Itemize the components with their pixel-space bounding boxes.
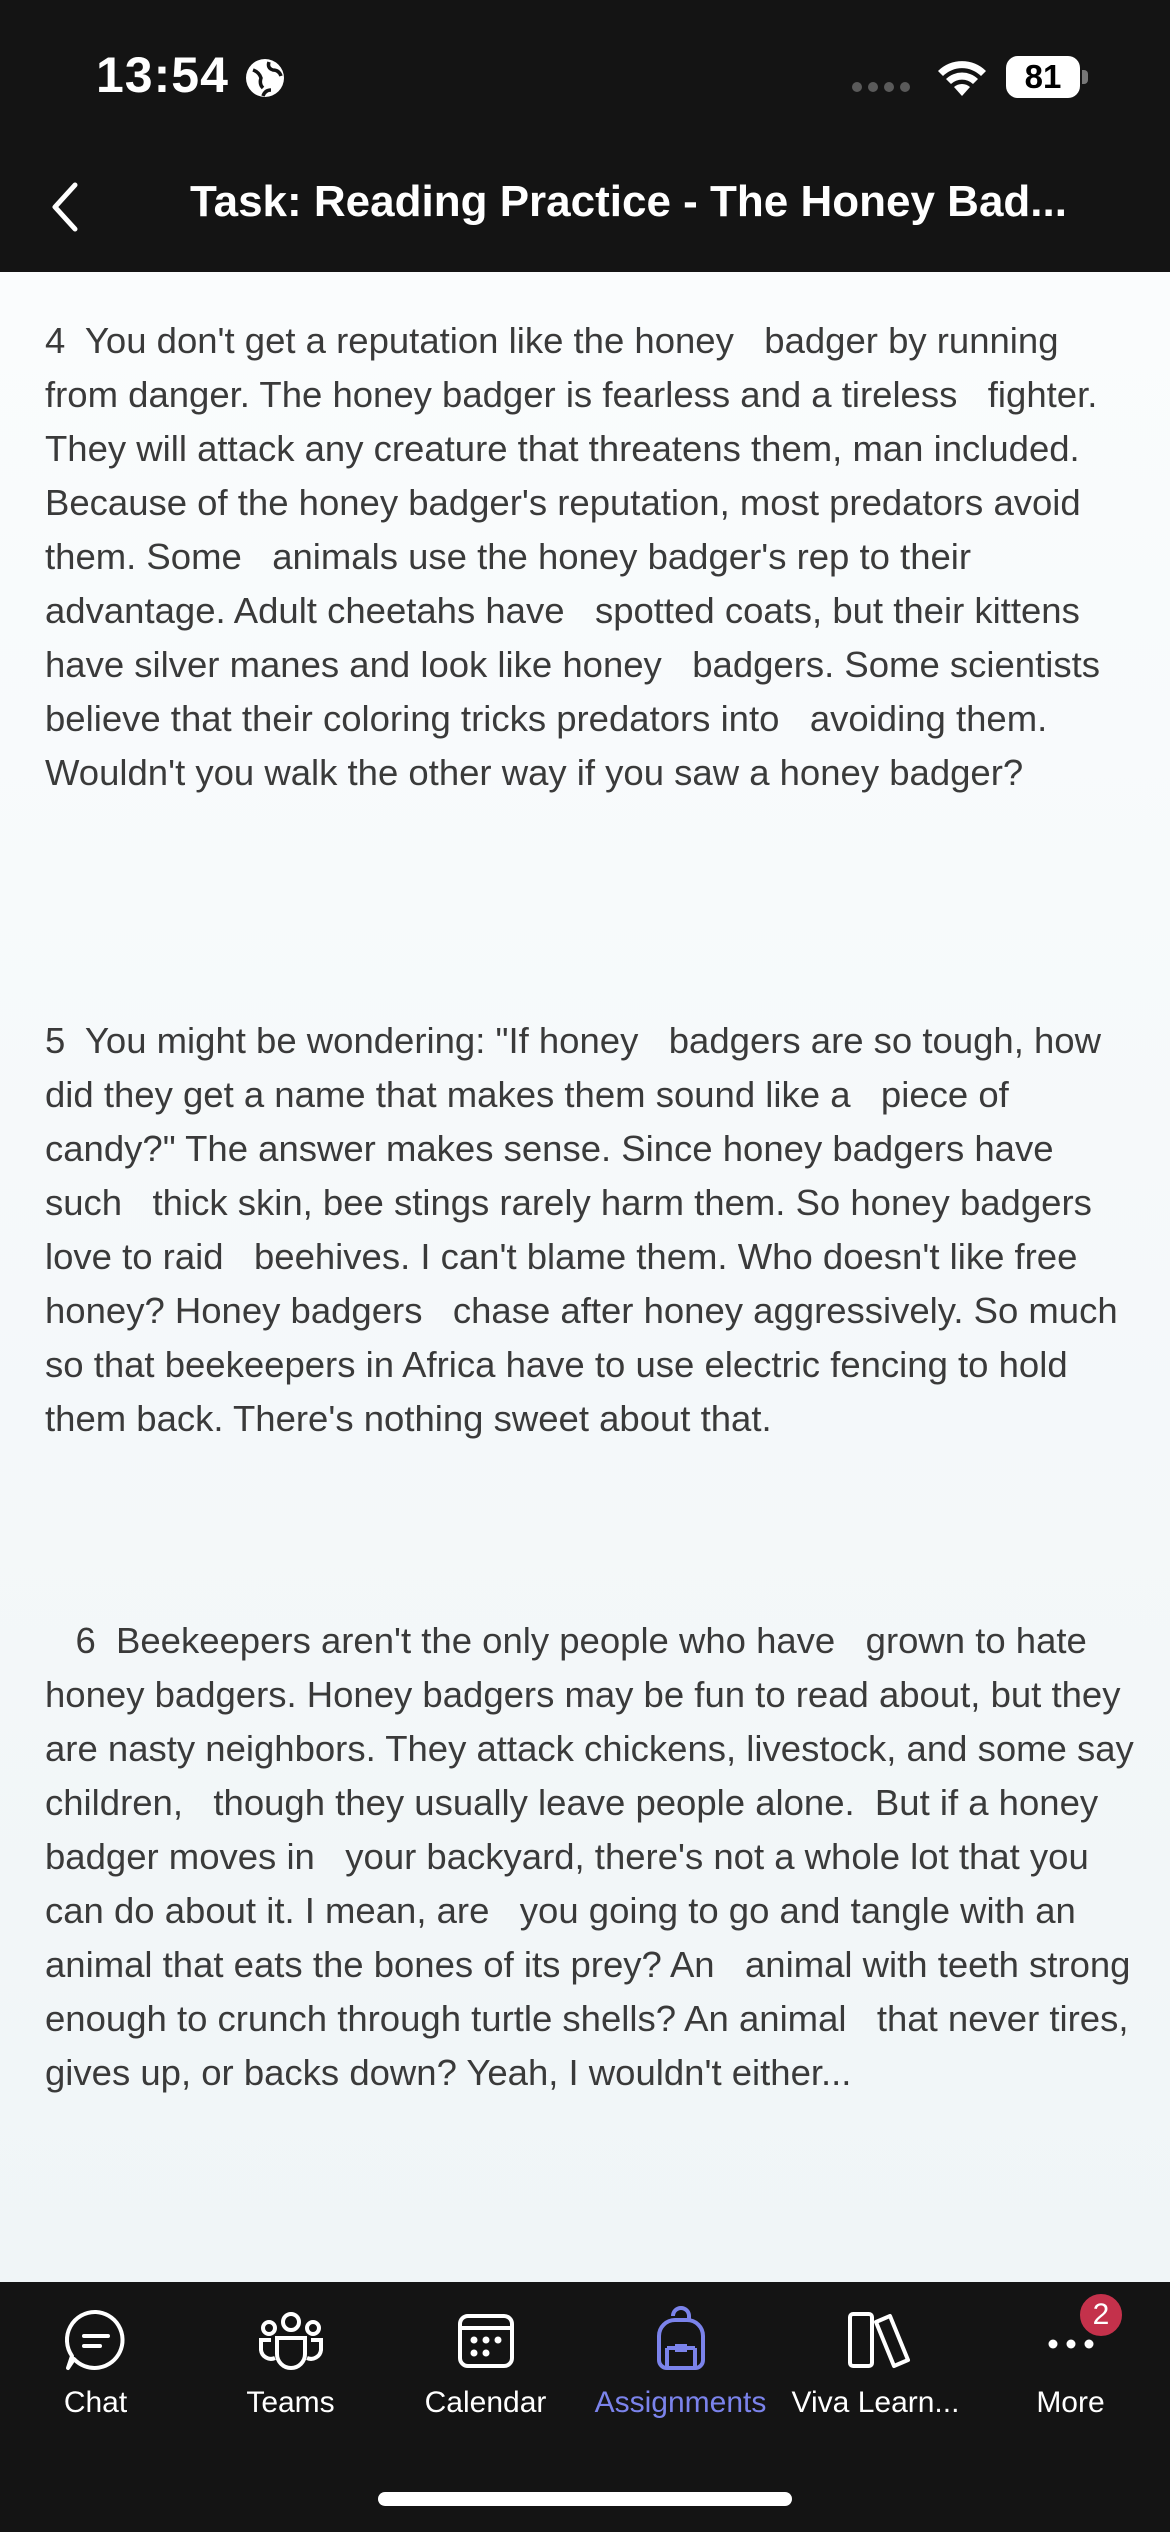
tab-more[interactable]: More (973, 2304, 1168, 2444)
tab-teams-label: Teams (246, 2386, 335, 2419)
tab-chat[interactable]: Chat (0, 2304, 193, 2444)
status-bar: 13:54 81 (0, 0, 1170, 150)
backpack-icon (656, 2306, 705, 2370)
nav-header: Task: Reading Practice - The Honey Bad..… (0, 150, 1170, 272)
battery-level: 81 (1006, 56, 1080, 98)
home-indicator[interactable] (378, 2492, 792, 2506)
tab-more-label: More (1036, 2386, 1105, 2419)
battery-icon: 81 (1006, 56, 1088, 98)
paragraph-4: 4 You don't get a reputation like the ho… (45, 320, 1111, 793)
tab-assignments[interactable]: Assignments (583, 2304, 778, 2444)
chevron-left-icon (52, 182, 78, 232)
paragraph-6: 6 Beekeepers aren't the only people who … (45, 1620, 1151, 2093)
wifi-icon (938, 61, 986, 96)
back-button[interactable] (30, 172, 100, 242)
chat-icon (64, 2309, 124, 2370)
calendar-icon (457, 2314, 514, 2368)
more-badge: 2 (1076, 2290, 1126, 2340)
tab-assignments-label: Assignments (594, 2386, 767, 2419)
tab-viva-learning[interactable]: Viva Learn... (778, 2304, 973, 2444)
books-icon (847, 2312, 910, 2368)
tab-chat-label: Chat (63, 2386, 128, 2419)
teams-icon (258, 2312, 323, 2370)
tab-viva-learning-label: Viva Learn... (791, 2386, 960, 2419)
tab-teams[interactable]: Teams (193, 2304, 388, 2444)
paragraph-5: 5 You might be wondering: "If honey badg… (45, 1020, 1128, 1439)
tab-calendar-label: Calendar (424, 2386, 547, 2419)
signal-dots-icon (852, 82, 910, 92)
status-time: 13:54 (96, 47, 229, 103)
page-title: Task: Reading Practice - The Honey Bad..… (190, 177, 1067, 226)
tab-calendar[interactable]: Calendar (388, 2304, 583, 2444)
reading-content[interactable]: 4 You don't get a reputation like the ho… (0, 272, 1170, 2282)
globe-icon (246, 59, 284, 97)
